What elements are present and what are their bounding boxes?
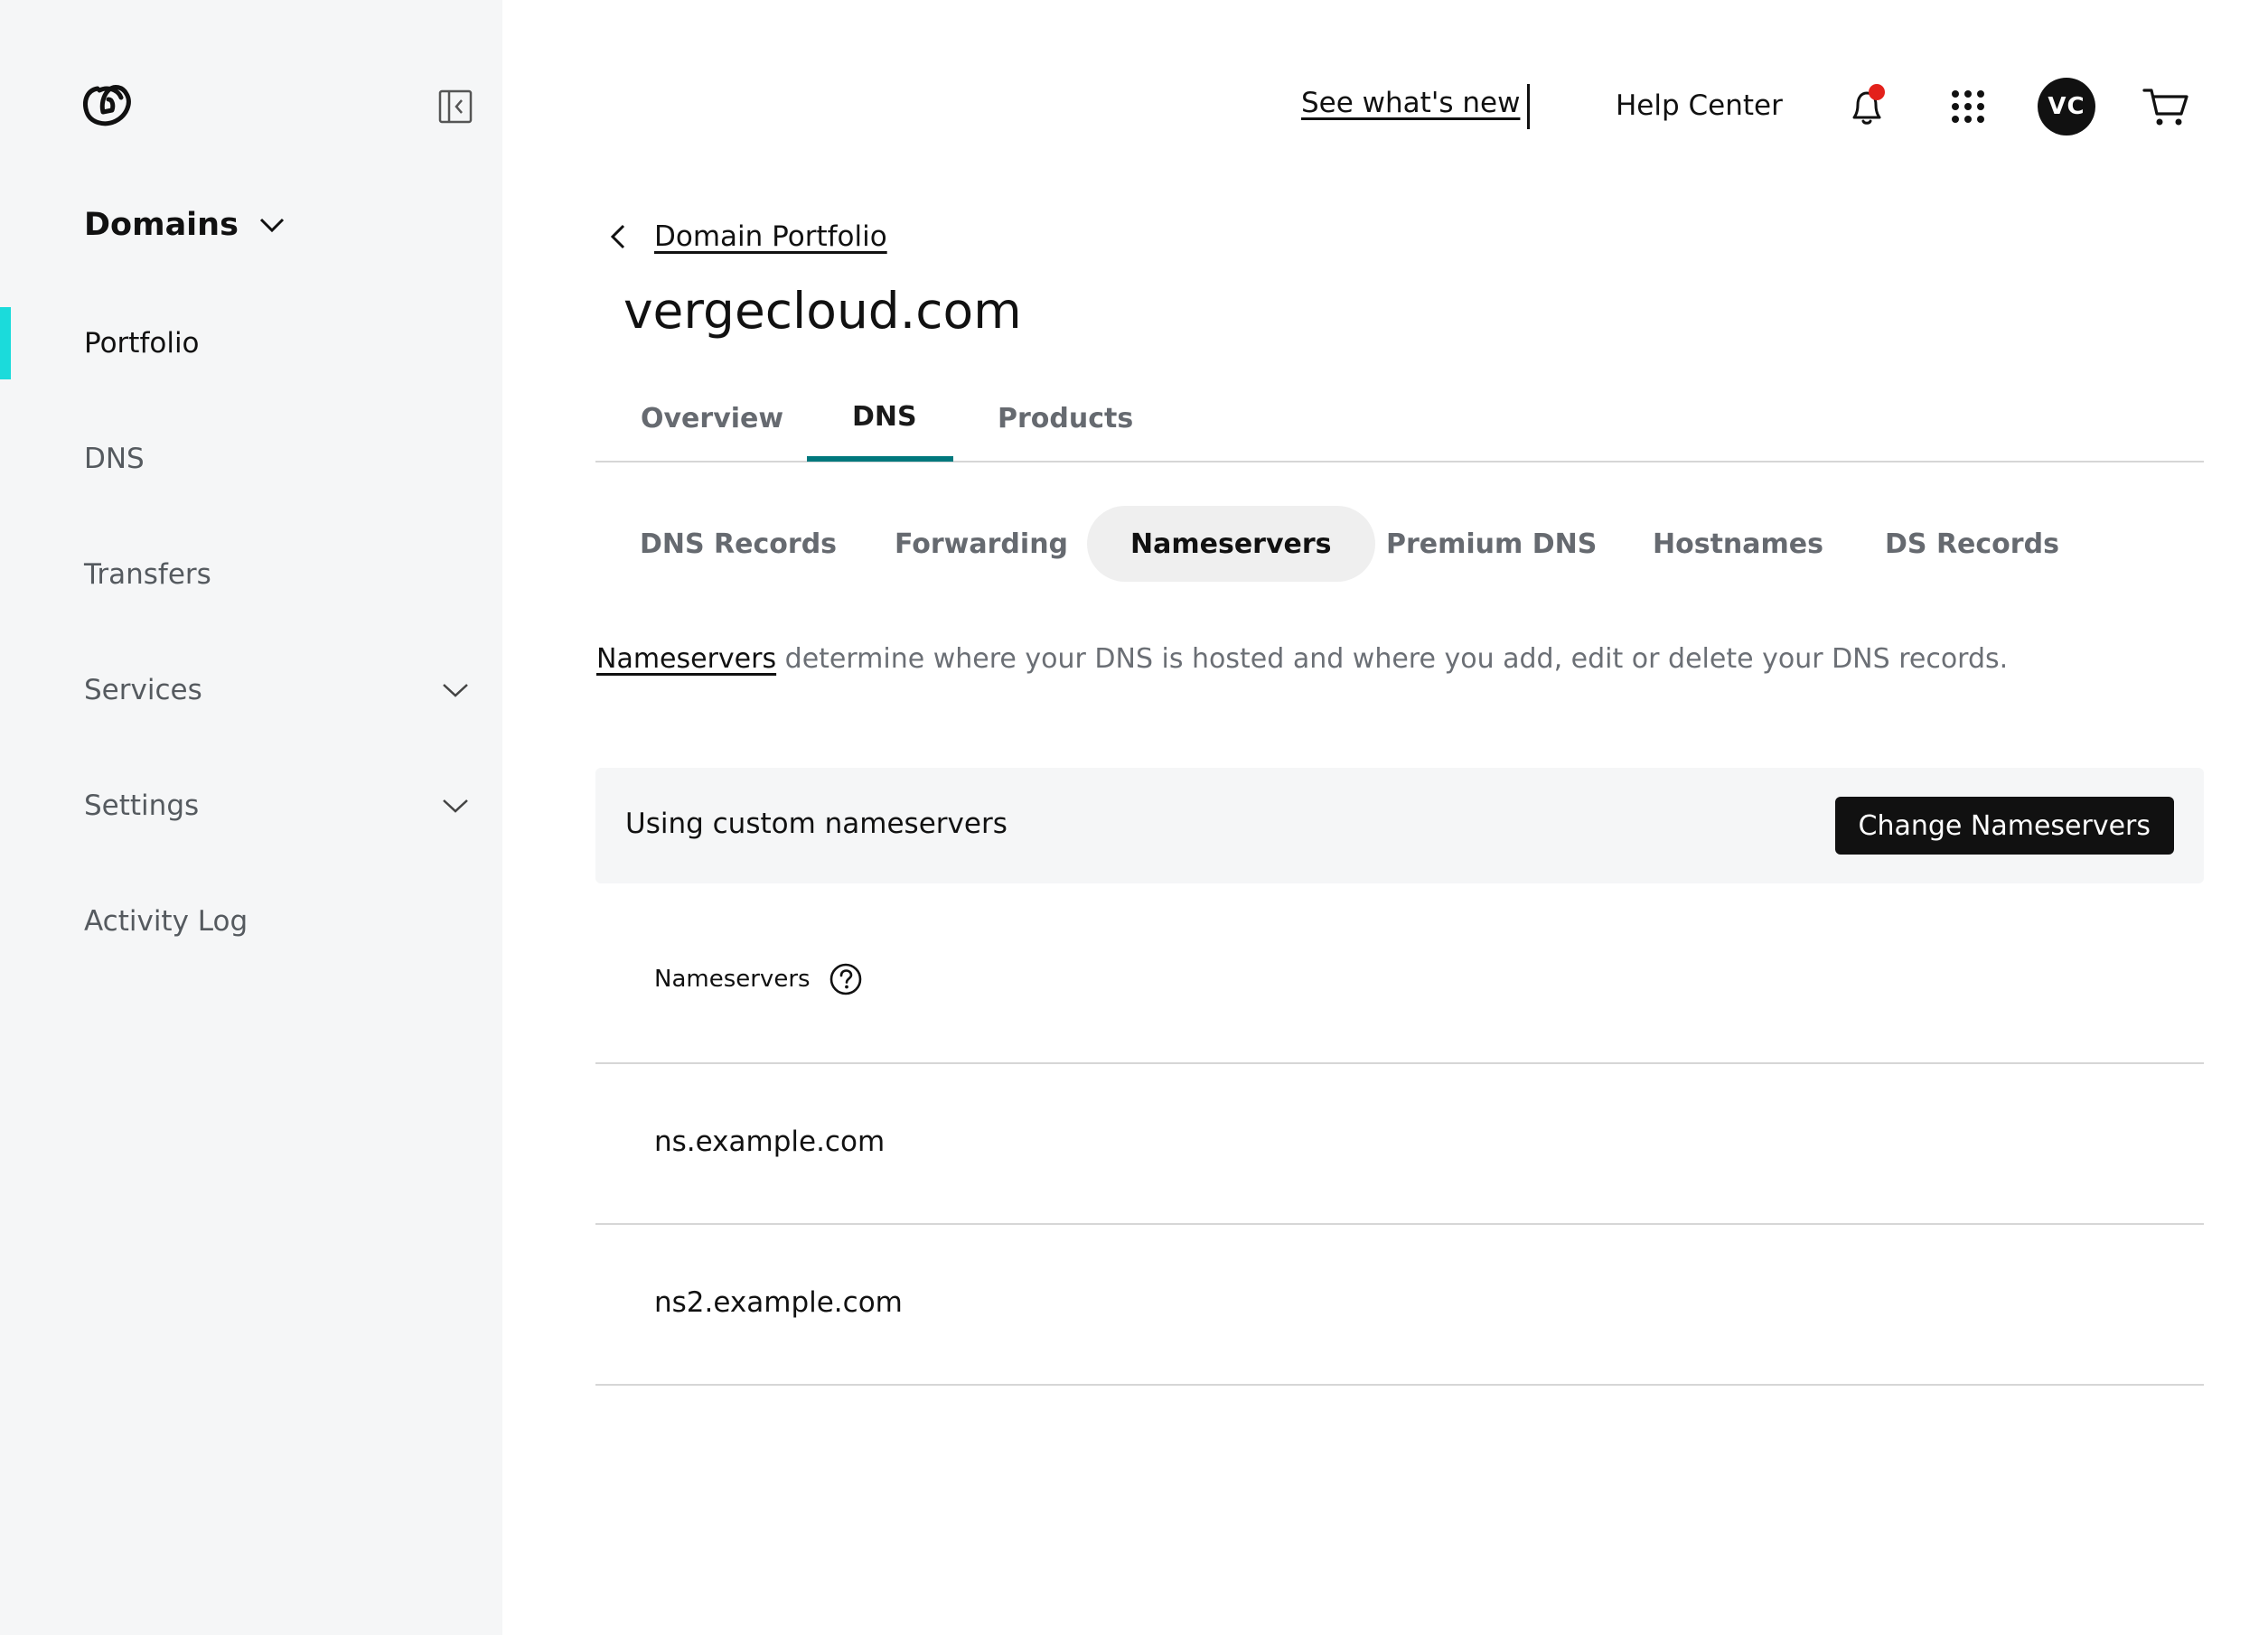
nameservers-description: Nameservers determine where your DNS is …: [596, 643, 2008, 675]
apps-grid-icon[interactable]: [1948, 87, 1988, 126]
avatar-initials: VC: [2048, 93, 2085, 120]
active-tab-indicator: [807, 456, 953, 462]
tab-products[interactable]: Products: [998, 403, 1133, 434]
nameserver-status-banner: Using custom nameservers Change Nameserv…: [595, 768, 2204, 883]
tab-overview[interactable]: Overview: [641, 403, 783, 434]
chevron-down-icon: [443, 684, 468, 697]
sidebar-item-transfers[interactable]: Transfers: [84, 547, 470, 602]
sidebar: Domains Portfolio DNS Transfers Services…: [0, 0, 502, 1635]
help-question-icon[interactable]: [829, 962, 863, 996]
page-title: vergecloud.com: [623, 282, 1022, 340]
nameservers-table-header: Nameservers: [654, 961, 863, 997]
domains-heading: Domains: [84, 207, 239, 243]
notification-dot: [1869, 84, 1885, 100]
subtab-forwarding[interactable]: Forwarding: [895, 506, 1068, 582]
sidebar-item-label: Transfers: [84, 558, 211, 591]
chevron-down-icon: [443, 799, 468, 813]
sidebar-item-portfolio[interactable]: Portfolio: [84, 316, 470, 370]
avatar[interactable]: VC: [2038, 78, 2095, 135]
topbar-divider: [1527, 84, 1530, 129]
sidebar-item-label: Services: [84, 674, 202, 706]
description-text: determine where your DNS is hosted and w…: [776, 643, 2009, 675]
sidebar-item-services[interactable]: Services: [84, 663, 470, 717]
subtab-ds-records[interactable]: DS Records: [1885, 506, 2059, 582]
breadcrumb-domain-portfolio[interactable]: Domain Portfolio: [654, 220, 887, 253]
sidebar-item-activity-log[interactable]: Activity Log: [84, 894, 470, 948]
subtab-premium-dns[interactable]: Premium DNS: [1386, 506, 1597, 582]
shopping-cart-icon[interactable]: [2141, 85, 2190, 128]
collapse-sidebar-icon[interactable]: [437, 89, 473, 125]
subtab-dns-records[interactable]: DNS Records: [640, 506, 837, 582]
back-chevron-icon[interactable]: [605, 220, 631, 253]
nameserver-status-text: Using custom nameservers: [625, 808, 1007, 840]
nameservers-info-link[interactable]: Nameservers: [596, 643, 776, 675]
domains-menu-toggle[interactable]: Domains: [84, 204, 286, 246]
subtab-nameservers[interactable]: Nameservers: [1087, 506, 1375, 582]
godaddy-logo-icon[interactable]: [81, 83, 134, 128]
chevron-down-icon: [259, 218, 284, 233]
sidebar-item-label: Activity Log: [84, 905, 248, 938]
nameserver-row-2: ns2.example.com: [654, 1286, 903, 1319]
table-divider: [595, 1062, 2204, 1064]
sidebar-item-dns[interactable]: DNS: [84, 432, 470, 486]
table-divider: [595, 1223, 2204, 1225]
nameservers-column-label: Nameservers: [654, 966, 811, 993]
whats-new-link[interactable]: See what's new: [1301, 87, 1520, 119]
sidebar-item-label: Portfolio: [84, 327, 200, 360]
active-nav-indicator: [0, 307, 11, 379]
sidebar-item-label: Settings: [84, 789, 200, 822]
sidebar-item-label: DNS: [84, 443, 145, 475]
table-divider: [595, 1384, 2204, 1386]
nameserver-row-1: ns.example.com: [654, 1126, 886, 1158]
subtab-hostnames[interactable]: Hostnames: [1653, 506, 1823, 582]
notifications-bell-icon[interactable]: [1843, 83, 1890, 130]
sidebar-item-settings[interactable]: Settings: [84, 779, 470, 833]
help-center-link[interactable]: Help Center: [1616, 89, 1783, 122]
tab-dns[interactable]: DNS: [852, 401, 917, 433]
change-nameservers-button[interactable]: Change Nameservers: [1834, 797, 2174, 855]
